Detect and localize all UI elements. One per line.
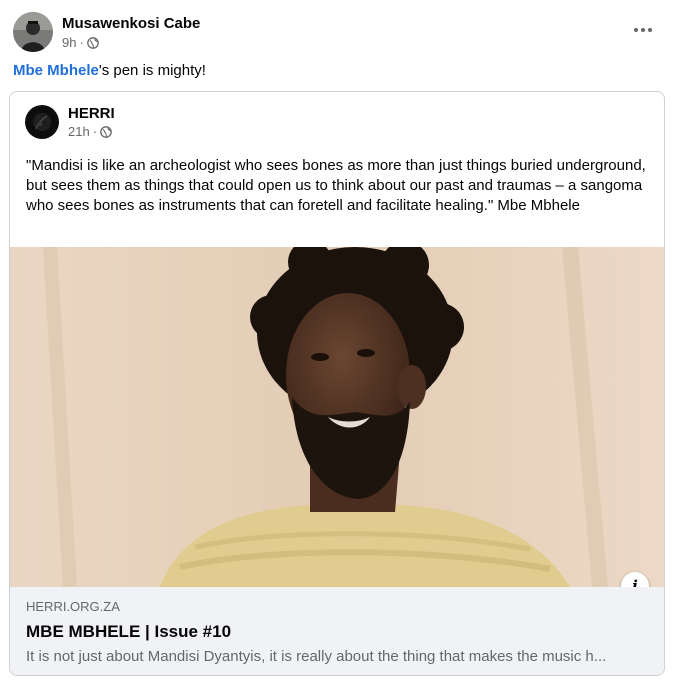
shared-post-card[interactable]: HERRI 21h · "Mandisi is like an archeolo…: [9, 91, 665, 676]
link-domain: HERRI.ORG.ZA: [26, 599, 120, 614]
shared-post-header: HERRI 21h ·: [25, 105, 115, 139]
link-description: It is not just about Mandisi Dyantyis, i…: [26, 648, 607, 665]
more-options-button[interactable]: [625, 16, 661, 44]
separator-dot: ·: [92, 123, 98, 139]
shared-post-timestamp[interactable]: 21h: [68, 124, 90, 140]
mention-link[interactable]: Mbe Mbhele: [13, 62, 99, 79]
link-title[interactable]: MBE MBHELE | Issue #10: [26, 621, 650, 643]
globe-icon: [100, 125, 112, 138]
post-timestamp[interactable]: 9h: [62, 35, 76, 51]
shared-author-name[interactable]: HERRI: [68, 105, 115, 123]
feed-post: Musawenkosi Cabe 9h · Mbe Mbhele's pen i…: [0, 0, 677, 681]
shared-post-text: "Mandisi is like an archeologist who see…: [26, 157, 646, 214]
link-preview-footer[interactable]: HERRI.ORG.ZA MBE MBHELE | Issue #10 It i…: [10, 587, 664, 675]
link-preview-image[interactable]: [10, 247, 664, 587]
post-text: Mbe Mbhele's pen is mighty!: [13, 61, 206, 81]
separator-dot: ·: [79, 34, 84, 50]
post-header: Musawenkosi Cabe 9h ·: [13, 12, 200, 52]
author-avatar[interactable]: [13, 12, 53, 52]
globe-icon: [86, 36, 99, 49]
post-text-body: 's pen is mighty!: [98, 62, 206, 79]
more-options-icon: [634, 28, 638, 32]
author-name[interactable]: Musawenkosi Cabe: [62, 14, 200, 33]
shared-author-avatar[interactable]: [25, 105, 59, 139]
